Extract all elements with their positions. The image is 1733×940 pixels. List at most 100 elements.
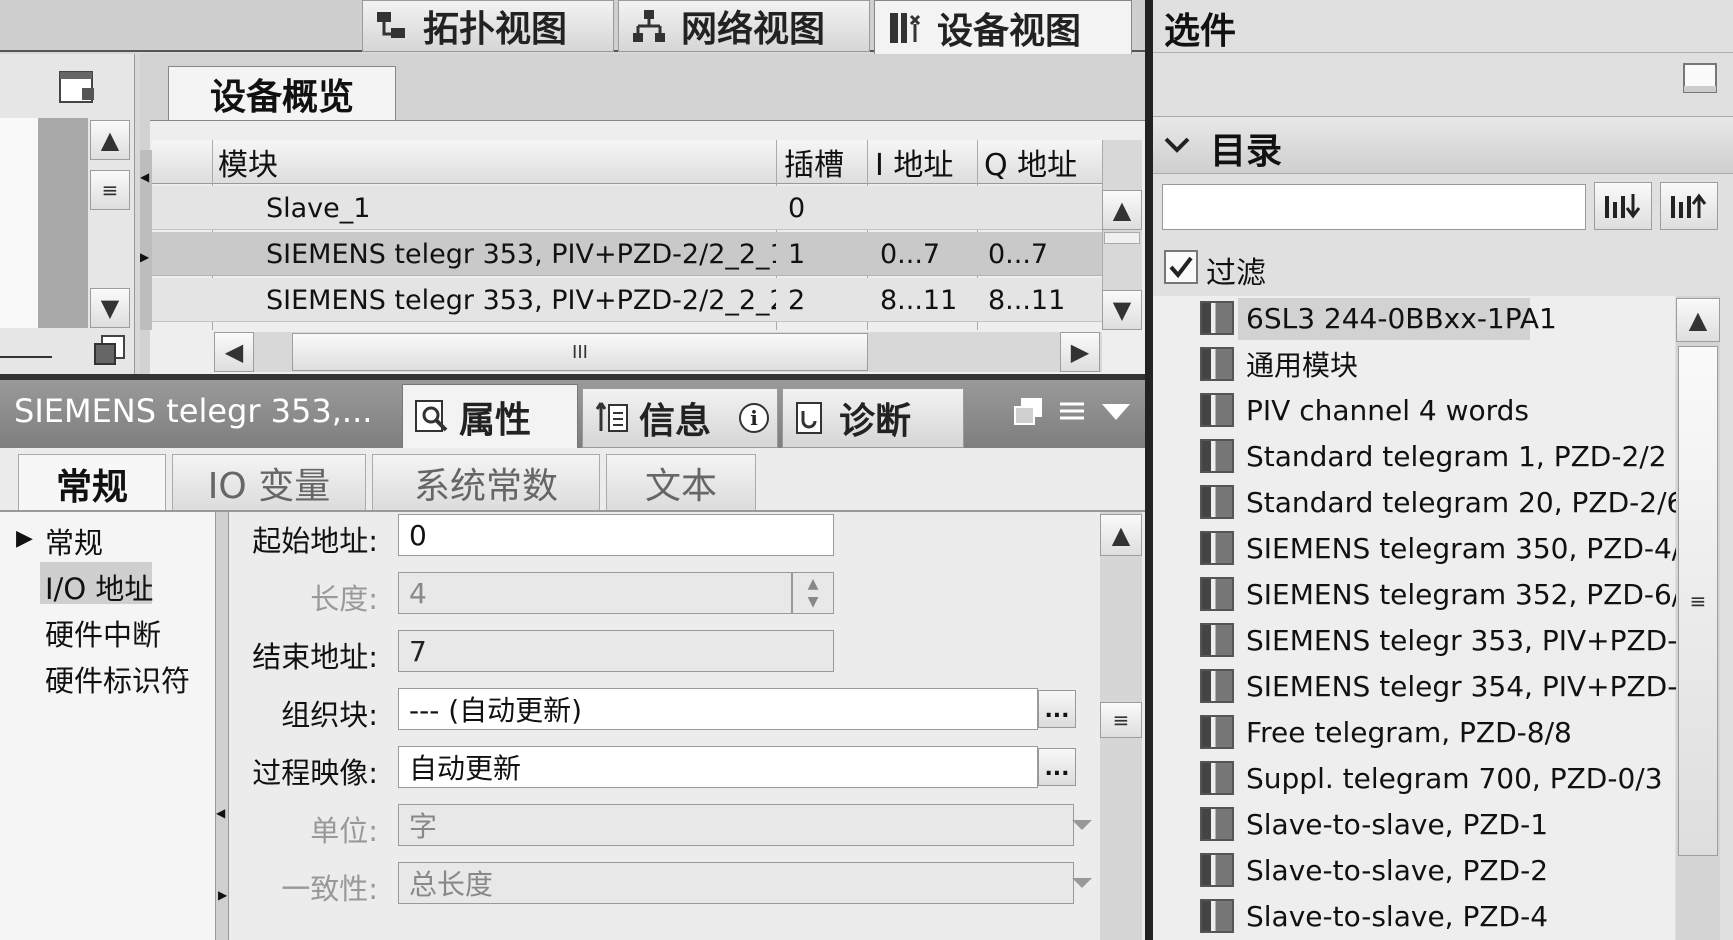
checkmark-icon (1169, 256, 1193, 279)
module-icon (1200, 807, 1234, 841)
catalog-scroll-up-button[interactable]: ▲ (1676, 298, 1720, 342)
nav-splitter[interactable] (215, 512, 229, 940)
device-list-icon[interactable] (58, 68, 98, 108)
process-image-browse-button[interactable]: ... (1038, 748, 1076, 786)
row-i-address-cell (880, 186, 975, 230)
catalog-item-label: SIEMENS telegram 352, PZD-6/6 (1246, 577, 1700, 611)
inspector-scroll-thumb[interactable]: ≡ (1100, 702, 1142, 738)
inspector-scroll-up-button[interactable]: ▲ (1100, 514, 1142, 556)
float-window-icon[interactable] (1012, 396, 1044, 428)
nav-expand-arrow[interactable]: ▶ (16, 526, 33, 551)
organization-block-browse-button[interactable]: ... (1038, 690, 1076, 728)
info-icon (595, 402, 628, 432)
catalog-item[interactable]: SIEMENS telegram 352, PZD-6/6 (1200, 572, 1699, 616)
filter-checkbox[interactable] (1164, 250, 1198, 284)
left-scroll-up-button[interactable]: ▲ (90, 120, 130, 160)
search-up-button[interactable] (1660, 182, 1718, 230)
catalog-item[interactable]: SIEMENS telegr 354, PIV+PZD-... (1200, 664, 1704, 708)
ruler-marks (0, 356, 52, 368)
options-header-line (1153, 52, 1733, 53)
catalog-item-label: SIEMENS telegr 354, PIV+PZD-... (1246, 669, 1705, 703)
tab-properties[interactable]: 属性 (402, 384, 578, 448)
row-module-cell: SIEMENS telegr 353, PIV+PZD-2/2_2_1 (266, 238, 776, 270)
catalog-item-label: Slave-to-slave, PZD-2 (1246, 853, 1549, 887)
catalog-item[interactable]: Slave-to-slave, PZD-2 (1200, 848, 1548, 892)
row-slot-cell: 0 (788, 192, 806, 224)
device-view-icon (890, 12, 921, 43)
process-image-field[interactable]: 自动更新 (398, 746, 1038, 788)
catalog-item[interactable]: 6SL3 244-0BBxx-1PA1 (1200, 296, 1557, 340)
left-strip-gray (38, 118, 88, 328)
subtab-io-tags[interactable]: IO 变量 (172, 454, 366, 510)
col-header-i-address[interactable]: I 地址 (875, 140, 975, 184)
nav-item-hardware-id[interactable]: 硬件标识符 (45, 658, 190, 700)
row-q-address-cell: 8...11 (988, 284, 1066, 316)
table-scroll-right-button[interactable]: ▶ (1060, 332, 1100, 372)
subtab-system-constants[interactable]: 系统常数 (372, 454, 600, 510)
end-address-label: 结束地址: (252, 640, 378, 674)
catalog-item-label: Suppl. telegram 700, PZD-0/3 (1246, 761, 1663, 795)
row-i-address-cell: 0...7 (880, 238, 941, 270)
end-address-field: 7 (398, 630, 834, 672)
catalog-item-label: Free telegram, PZD-8/8 (1246, 715, 1572, 749)
table-vscroll-thumb[interactable] (1104, 232, 1140, 244)
tab-device-view[interactable]: 设备视图 (874, 0, 1132, 54)
tab-network-view[interactable]: 网络视图 (618, 0, 870, 52)
catalog-item-label: Slave-to-slave, PZD-1 (1246, 807, 1549, 841)
stepper-down-icon: ▼ (807, 594, 819, 610)
chevron-down-icon[interactable] (1162, 130, 1192, 160)
split-view-icon[interactable] (1682, 62, 1718, 94)
catalog-item[interactable]: Slave-to-slave, PZD-4 (1200, 894, 1548, 938)
table-scroll-up-button[interactable]: ▲ (1102, 190, 1142, 230)
catalog-item[interactable]: Standard telegram 1, PZD-2/2 (1200, 434, 1667, 478)
module-icon (1200, 301, 1234, 335)
main-splitter[interactable] (1145, 0, 1153, 940)
subtab-system-constants-label: 系统常数 (413, 465, 558, 507)
module-icon (1200, 347, 1234, 381)
catalog-scroll-thumb[interactable]: ≡ (1678, 346, 1718, 856)
table-hscroll-thumb[interactable]: III (292, 333, 868, 371)
search-down-button[interactable] (1594, 182, 1652, 230)
copy-icon[interactable] (92, 332, 128, 368)
table-scroll-down-button[interactable]: ▼ (1102, 290, 1142, 330)
tab-device-label: 设备视图 (937, 10, 1082, 52)
module-icon (1200, 669, 1234, 703)
catalog-item[interactable]: PIV channel 4 words (1200, 388, 1529, 432)
row-module-cell: Slave_1 (266, 192, 371, 224)
module-icon (1200, 715, 1234, 749)
row-q-address-cell: 0...7 (988, 238, 1049, 270)
tab-info-label: 信息 (639, 401, 712, 442)
catalog-item[interactable]: Suppl. telegram 700, PZD-0/3 (1200, 756, 1663, 800)
organization-block-field[interactable]: --- (自动更新) (398, 688, 1038, 730)
catalog-item[interactable]: SIEMENS telegram 350, PZD-4/4 (1200, 526, 1699, 570)
nav-item-hardware-interrupt[interactable]: 硬件中断 (45, 612, 161, 654)
collapse-panel-icon[interactable] (1100, 400, 1132, 424)
catalog-item[interactable]: Slave-to-slave, PZD-1 (1200, 802, 1548, 846)
nav-item-general[interactable]: 常规 (45, 520, 103, 562)
unit-label: 单位: (310, 814, 378, 848)
module-icon (1200, 393, 1234, 427)
catalog-item-label: SIEMENS telegr 353, PIV+PZD-... (1246, 623, 1705, 657)
tab-topology-view[interactable]: 拓扑视图 (362, 0, 614, 52)
tab-diagnostics[interactable]: 诊断 (782, 388, 964, 448)
tab-info[interactable]: 信息 i (582, 388, 778, 448)
catalog-search-input[interactable] (1162, 184, 1586, 230)
col-header-module[interactable]: 模块 (218, 140, 778, 184)
table-scroll-left-button[interactable]: ◀ (214, 332, 254, 372)
device-overview-tab[interactable]: 设备概览 (168, 66, 396, 120)
catalog-item[interactable]: SIEMENS telegr 353, PIV+PZD-... (1200, 618, 1704, 662)
subtab-texts[interactable]: 文本 (606, 454, 756, 510)
list-view-icon[interactable] (1056, 396, 1088, 428)
subtab-general[interactable]: 常规 (18, 454, 166, 512)
catalog-item[interactable]: 通用模块 (1200, 342, 1358, 386)
col-header-q-address[interactable]: Q 地址 (984, 140, 1094, 184)
nav-item-io-address[interactable]: I/O 地址 (45, 566, 153, 608)
left-scroll-down-button[interactable]: ▼ (90, 288, 130, 328)
left-list-menu-button[interactable]: ≡ (90, 170, 130, 210)
catalog-item[interactable]: Standard telegram 20, PZD-2/6 (1200, 480, 1684, 524)
splitter-arrow-right: ▶ (218, 888, 228, 902)
module-icon (1200, 899, 1234, 933)
start-address-input[interactable]: 0 (398, 514, 834, 556)
catalog-item[interactable]: Free telegram, PZD-8/8 (1200, 710, 1572, 754)
col-header-slot[interactable]: 插槽 (784, 140, 864, 184)
